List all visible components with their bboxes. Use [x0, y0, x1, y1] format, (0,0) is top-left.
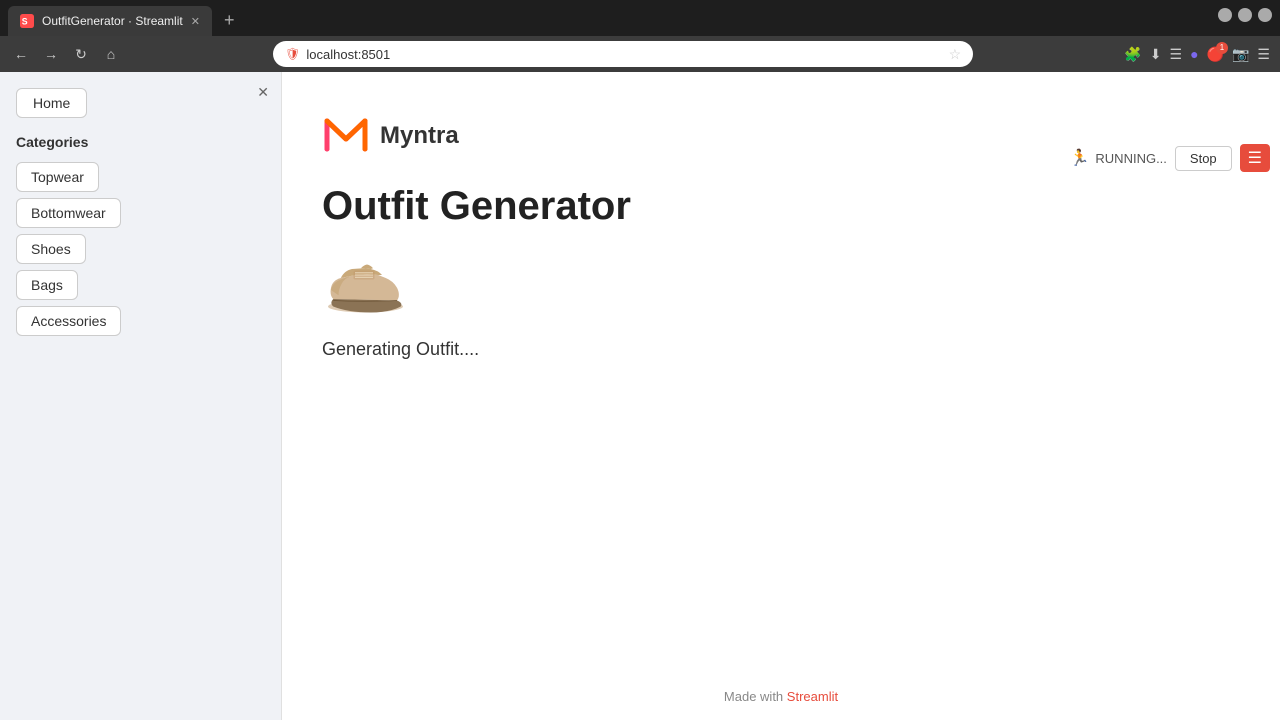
streamlit-toolbar: 🏃 RUNNING... Stop ☰ [1069, 144, 1270, 172]
nav-right-icons: 🧩 ⬇ ☰ ● 🔴 1 📷 ☰ [1124, 46, 1270, 63]
url-text: localhost:8501 [306, 47, 390, 62]
home-button[interactable]: ⌂ [100, 46, 122, 62]
running-label: RUNNING... [1095, 151, 1167, 166]
stop-button[interactable]: Stop [1175, 146, 1232, 171]
shoe-svg [322, 249, 412, 319]
new-tab-button[interactable]: + [218, 10, 241, 31]
brand-name: Myntra [380, 122, 459, 150]
sidebar-close-button[interactable]: ✕ [257, 84, 269, 101]
app-container: ✕ Home Categories Topwear Bottomwear Sho… [0, 72, 1280, 720]
browser-chrome: S OutfitGenerator · Streamlit ✕ + — □ ✕ … [0, 0, 1280, 72]
sidebar-item-bags[interactable]: Bags [16, 270, 78, 300]
address-bar[interactable]: 🛡 localhost:8501 ☆ [273, 41, 973, 67]
running-indicator: 🏃 RUNNING... [1069, 148, 1166, 168]
window-maximize[interactable]: □ [1238, 8, 1252, 22]
myntra-m-icon [322, 112, 370, 160]
main-content: 🏃 RUNNING... Stop ☰ Myntra [282, 72, 1280, 720]
generating-text: Generating Outfit.... [322, 339, 1240, 360]
notification-badge: 1 [1216, 42, 1228, 54]
back-button[interactable]: ← [10, 46, 32, 62]
sidebar: ✕ Home Categories Topwear Bottomwear Sho… [0, 72, 282, 720]
notifications-icon[interactable]: 🔴 1 [1207, 46, 1224, 63]
tab-favicon: S [20, 14, 34, 28]
security-icon: 🛡 [285, 47, 300, 61]
sidebar-item-topwear[interactable]: Topwear [16, 162, 99, 192]
tab-title: OutfitGenerator · Streamlit [42, 14, 183, 28]
window-controls: — □ ✕ [1218, 8, 1272, 22]
download-icon[interactable]: ⬇ [1150, 46, 1162, 63]
forward-button[interactable]: → [40, 46, 62, 62]
streamlit-menu-button[interactable]: ☰ [1240, 144, 1270, 172]
home-button[interactable]: Home [16, 88, 87, 118]
tab-close-button[interactable]: ✕ [191, 15, 200, 28]
footer: Made with Streamlit [724, 689, 838, 704]
shoe-image [322, 249, 412, 319]
window-close[interactable]: ✕ [1258, 8, 1272, 22]
footer-prefix: Made with [724, 689, 787, 704]
window-minimize[interactable]: — [1218, 8, 1232, 22]
screenshot-icon[interactable]: 📷 [1232, 46, 1249, 63]
sidebar-item-accessories[interactable]: Accessories [16, 306, 121, 336]
tab-bar: S OutfitGenerator · Streamlit ✕ + — □ ✕ [0, 0, 1280, 36]
history-icon[interactable]: ☰ [1170, 46, 1183, 63]
footer-brand: Streamlit [787, 689, 838, 704]
sidebar-item-shoes[interactable]: Shoes [16, 234, 86, 264]
bookmark-icon[interactable]: ☆ [949, 46, 962, 63]
menu-icon[interactable]: ☰ [1257, 46, 1270, 63]
nav-bar: ← → ↻ ⌂ 🛡 localhost:8501 ☆ 🧩 ⬇ ☰ ● 🔴 1 📷… [0, 36, 1280, 72]
categories-title: Categories [16, 134, 265, 150]
sidebar-nav: Topwear Bottomwear Shoes Bags Accessorie… [16, 162, 265, 336]
refresh-button[interactable]: ↻ [70, 46, 92, 63]
svg-text:S: S [22, 17, 28, 27]
profile-icon[interactable]: ● [1190, 46, 1198, 62]
sidebar-item-bottomwear[interactable]: Bottomwear [16, 198, 121, 228]
active-tab[interactable]: S OutfitGenerator · Streamlit ✕ [8, 6, 212, 36]
running-icon: 🏃 [1069, 148, 1089, 168]
extensions-icon[interactable]: 🧩 [1124, 46, 1141, 63]
page-title: Outfit Generator [322, 184, 1240, 229]
